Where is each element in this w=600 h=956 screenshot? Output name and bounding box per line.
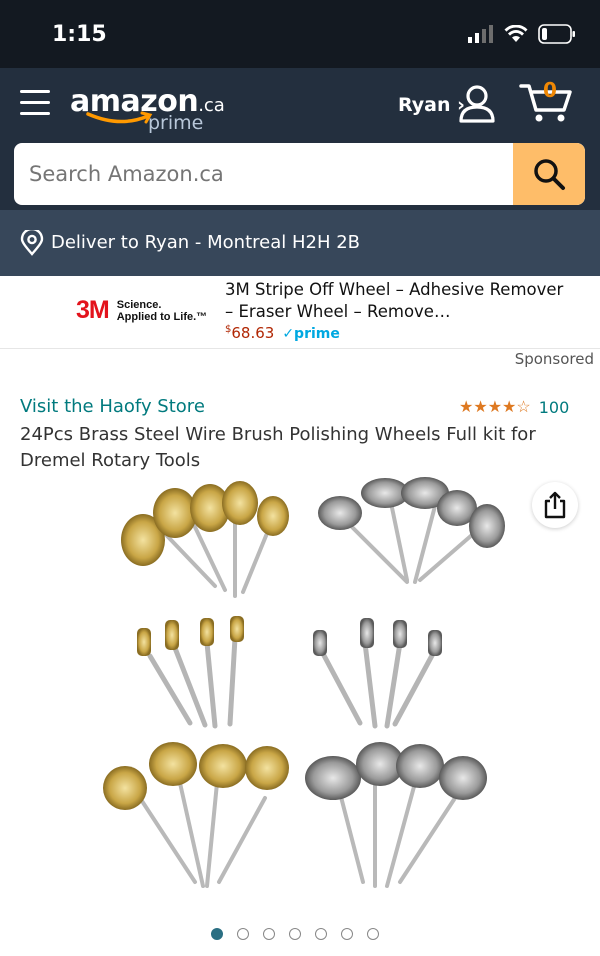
carousel-dot[interactable] bbox=[263, 928, 275, 940]
deliver-bar[interactable]: Deliver to Ryan - Montreal H2H 2B bbox=[0, 210, 600, 276]
product-image[interactable] bbox=[95, 468, 515, 898]
amazon-logo[interactable]: amazon.ca prime bbox=[70, 84, 225, 134]
deliver-text: Deliver to Ryan - Montreal H2H 2B bbox=[51, 232, 361, 253]
product-title: 24Pcs Brass Steel Wire Brush Polishing W… bbox=[20, 424, 536, 471]
carousel-dot[interactable] bbox=[315, 928, 327, 940]
ad-tagline: Science. Applied to Life.™ bbox=[117, 299, 207, 323]
signal-icon bbox=[468, 25, 493, 43]
account-link[interactable]: Ryan › bbox=[398, 94, 465, 116]
sponsored-label[interactable]: Sponsored bbox=[515, 350, 594, 368]
status-icons bbox=[468, 24, 576, 44]
rating[interactable]: ★★★★☆ 100 bbox=[459, 397, 569, 417]
star-rating-icon: ★★★★☆ bbox=[459, 399, 531, 416]
share-icon bbox=[544, 491, 566, 519]
battery-icon bbox=[538, 24, 575, 44]
ad-price-value: 68.63 bbox=[231, 324, 275, 342]
location-pin-icon bbox=[20, 230, 44, 256]
search-icon bbox=[534, 159, 565, 190]
share-button[interactable] bbox=[532, 482, 578, 528]
3m-logo: 3M Science. Applied to Life.™ bbox=[76, 296, 207, 325]
ad-tagline-line1: Science. bbox=[116, 298, 162, 311]
logo-prime: prime bbox=[148, 112, 204, 134]
user-icon[interactable] bbox=[458, 84, 496, 124]
sponsored-ad[interactable]: 3M Science. Applied to Life.™ 3M Stripe … bbox=[0, 276, 600, 349]
status-bar: 1:15 bbox=[0, 0, 600, 68]
cart-count: 0 bbox=[543, 78, 557, 102]
carousel-dot[interactable] bbox=[211, 928, 223, 940]
carousel-dot[interactable] bbox=[237, 928, 249, 940]
carousel-dot[interactable] bbox=[341, 928, 353, 940]
search-input[interactable] bbox=[14, 143, 512, 205]
carousel-dot[interactable] bbox=[367, 928, 379, 940]
smile-icon bbox=[86, 111, 153, 124]
search-bar bbox=[14, 143, 585, 205]
search-button[interactable] bbox=[513, 143, 585, 205]
ad-tagline-line2: Applied to Life.™ bbox=[116, 310, 208, 323]
menu-icon[interactable] bbox=[20, 88, 50, 118]
3m-brand: 3M bbox=[76, 296, 110, 324]
carousel-dots bbox=[211, 928, 379, 940]
ad-price: $68.63 ✓prime bbox=[225, 324, 340, 342]
store-link[interactable]: Visit the Haofy Store bbox=[20, 396, 205, 417]
rating-count: 100 bbox=[538, 397, 570, 417]
status-time: 1:15 bbox=[52, 22, 107, 47]
ad-title[interactable]: 3M Stripe Off Wheel – Adhesive Remover –… bbox=[225, 279, 565, 323]
carousel-dot[interactable] bbox=[289, 928, 301, 940]
prime-badge: ✓prime bbox=[282, 326, 340, 342]
wifi-icon bbox=[504, 25, 528, 42]
